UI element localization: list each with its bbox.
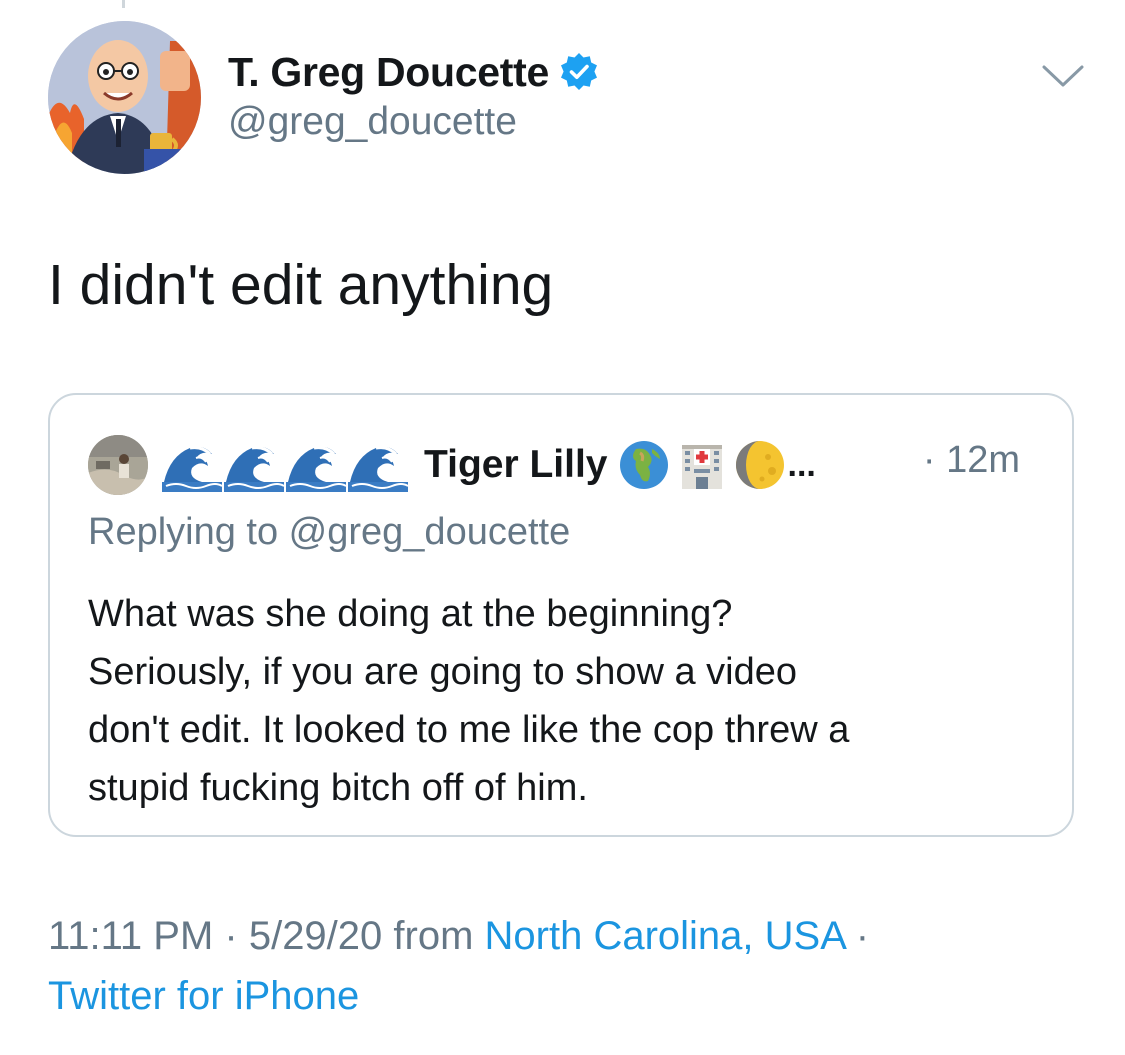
quoted-avatar-photo bbox=[88, 435, 148, 495]
water-wave-icon bbox=[348, 438, 409, 492]
chevron-down-icon[interactable] bbox=[1040, 55, 1086, 91]
quoted-text-line: Seriously, if you are going to show a vi… bbox=[88, 651, 798, 693]
replying-to-label: Replying to bbox=[88, 511, 289, 553]
quoted-author-row[interactable]: Tiger Lilly ... bbox=[162, 435, 816, 495]
moon-icon bbox=[734, 439, 786, 491]
from-label: from bbox=[382, 914, 485, 958]
author-handle[interactable]: @greg_doucette bbox=[228, 100, 517, 144]
quoted-text-line: What was she doing at the beginning? bbox=[88, 593, 733, 635]
quoted-author-avatar[interactable] bbox=[88, 435, 148, 495]
water-wave-icon bbox=[286, 438, 347, 492]
thread-connector bbox=[122, 0, 125, 8]
meta-separator: · bbox=[844, 914, 870, 958]
quoted-tweet-text: What was she doing at the beginning? Ser… bbox=[88, 585, 1048, 817]
author-avatar[interactable] bbox=[48, 21, 201, 174]
tweet-date[interactable]: 5/29/20 bbox=[249, 914, 382, 958]
tweet-time[interactable]: 11:11 PM bbox=[48, 914, 213, 958]
water-wave-icon bbox=[162, 438, 223, 492]
tweet-metadata: 11:11 PM · 5/29/20 from North Carolina, … bbox=[48, 914, 869, 959]
author-name-row[interactable]: T. Greg Doucette bbox=[228, 44, 599, 100]
location-link[interactable]: North Carolina, USA bbox=[485, 914, 845, 958]
name-truncation-ellipsis: ... bbox=[787, 445, 816, 484]
verified-badge-icon bbox=[559, 52, 599, 92]
avatar-illustration bbox=[48, 21, 201, 174]
quoted-author-name[interactable]: Tiger Lilly bbox=[424, 443, 608, 487]
quoted-tweet-card[interactable]: Tiger Lilly ... · 12m Replying to @greg_… bbox=[48, 393, 1074, 837]
replying-to-handle: @greg_doucette bbox=[288, 511, 571, 553]
author-name[interactable]: T. Greg Doucette bbox=[228, 49, 549, 96]
globe-africa-icon bbox=[618, 439, 670, 491]
water-wave-icon bbox=[224, 438, 285, 492]
hospital-icon bbox=[676, 439, 728, 491]
quoted-tweet-time[interactable]: · 12m bbox=[923, 439, 1020, 482]
source-link[interactable]: Twitter for iPhone bbox=[48, 974, 359, 1018]
quoted-text-line: don't edit. It looked to me like the cop… bbox=[88, 709, 850, 751]
meta-separator: · bbox=[213, 914, 249, 958]
replying-to-line: Replying to @greg_doucette bbox=[88, 511, 570, 554]
tweet-text: I didn't edit anything bbox=[48, 253, 554, 317]
quoted-text-line: stupid fucking bitch off of him. bbox=[88, 767, 588, 809]
tweet-source-line: Twitter for iPhone bbox=[48, 974, 359, 1019]
